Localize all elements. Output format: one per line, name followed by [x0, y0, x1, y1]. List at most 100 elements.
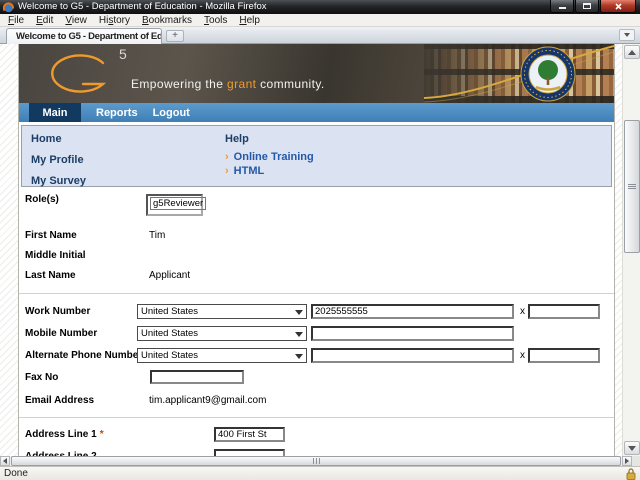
nav-tab-reports[interactable]: Reports — [96, 107, 138, 119]
address-line-1-label: Address Line 1* — [25, 429, 137, 440]
menu-bar: FileEditViewHistoryBookmarksToolsHelp — [0, 14, 640, 27]
mobile-number-row: Mobile Number United States — [19, 324, 614, 342]
work-country-value: United States — [141, 306, 198, 317]
nav-tab-logout[interactable]: Logout — [153, 107, 190, 119]
maximize-button[interactable] — [575, 0, 599, 13]
menu-file[interactable]: File — [2, 14, 30, 27]
address-line-2-row: Address Line 2 — [19, 448, 614, 456]
tab-bar: Welcome to G5 - Department of Edu... + — [0, 27, 640, 44]
alternate-number-input[interactable] — [311, 348, 514, 363]
lock-icon — [626, 468, 636, 480]
work-number-row: Work Number United States x — [19, 302, 614, 320]
scroll-down-button[interactable] — [624, 441, 640, 455]
work-country-select[interactable]: United States — [137, 304, 307, 319]
last-name-value: Applicant — [149, 270, 190, 281]
thumb-grip — [628, 188, 636, 189]
minimize-icon — [559, 7, 566, 9]
alternate-ext-input[interactable] — [528, 348, 600, 363]
address-line-1-input[interactable] — [214, 427, 285, 442]
window-controls — [549, 0, 636, 13]
subnav-link-home[interactable]: Home — [31, 133, 62, 145]
fax-input[interactable] — [150, 370, 244, 384]
roles-row: Role(s) g5Reviewer — [19, 194, 614, 216]
section-divider — [19, 417, 614, 418]
arrow-down-icon — [628, 446, 636, 451]
new-tab-button[interactable]: + — [166, 30, 184, 42]
scroll-left-button[interactable] — [0, 456, 10, 466]
section-divider — [19, 293, 614, 294]
roles-option[interactable]: g5Reviewer — [150, 197, 206, 210]
work-number-label: Work Number — [25, 306, 137, 317]
middle-initial-row: Middle Initial — [19, 248, 614, 263]
dropdown-arrow-icon — [295, 354, 303, 359]
horizontal-scroll-thumb[interactable] — [11, 456, 621, 466]
tagline-grant: grant — [227, 77, 256, 91]
horizontal-scroll-track[interactable] — [10, 456, 622, 466]
email-label: Email Address — [25, 395, 137, 406]
list-tabs-button[interactable] — [619, 29, 635, 41]
first-name-label: First Name — [25, 230, 137, 241]
dropdown-arrow-icon — [295, 332, 303, 337]
roles-label: Role(s) — [25, 194, 137, 205]
vertical-scroll-track[interactable] — [624, 59, 640, 440]
subnav-link-my-profile[interactable]: My Profile — [31, 154, 84, 166]
menu-bookmarks[interactable]: Bookmarks — [136, 14, 198, 27]
g5-logo-5: 5 — [119, 46, 127, 62]
status-text: Done — [4, 468, 28, 479]
status-bar: Done — [0, 466, 640, 480]
subnav-link-online-training[interactable]: ›Online Training — [225, 151, 314, 163]
fax-label: Fax No — [25, 372, 137, 383]
tab-title: Welcome to G5 - Department of Edu... — [16, 31, 162, 42]
mobile-country-select[interactable]: United States — [137, 326, 307, 341]
address-line-1-row: Address Line 1* — [19, 426, 614, 442]
work-number-input[interactable] — [311, 304, 514, 319]
profile-form: Role(s) g5Reviewer First Name Tim Middle… — [19, 187, 614, 456]
address-line-2-input[interactable] — [214, 449, 285, 457]
last-name-row: Last Name Applicant — [19, 268, 614, 283]
html-label: HTML — [234, 165, 265, 177]
menu-help[interactable]: Help — [233, 14, 266, 27]
main-nav-bar: Main Reports Logout — [19, 103, 614, 122]
minimize-button[interactable] — [550, 0, 574, 13]
scroll-right-button[interactable] — [622, 456, 632, 466]
alternate-country-select[interactable]: United States — [137, 348, 307, 363]
browser-tab[interactable]: Welcome to G5 - Department of Edu... — [6, 28, 162, 44]
chevron-right-icon: › — [225, 165, 229, 177]
g5-logo-g — [47, 53, 109, 95]
subnav-link-my-survey[interactable]: My Survey — [31, 175, 86, 187]
nav-tab-main[interactable]: Main — [29, 103, 81, 122]
thumb-grip — [316, 458, 317, 464]
close-button[interactable] — [600, 0, 636, 13]
vertical-scrollbar[interactable] — [622, 44, 640, 456]
maximize-icon — [583, 3, 591, 9]
mobile-number-input[interactable] — [311, 326, 514, 341]
horizontal-scrollbar[interactable] — [0, 456, 640, 466]
title-bar: Welcome to G5 - Department of Education … — [0, 0, 640, 14]
menu-history[interactable]: History — [93, 14, 136, 27]
email-value: tim.applicant9@gmail.com — [149, 395, 266, 406]
vertical-scroll-thumb[interactable] — [624, 120, 640, 253]
work-ext-input[interactable] — [528, 304, 600, 319]
scrollbar-corner — [632, 456, 640, 466]
thumb-grip — [628, 186, 636, 187]
close-icon — [614, 2, 623, 11]
alternate-country-value: United States — [141, 350, 198, 361]
subnav-help-title: Help — [225, 133, 249, 145]
gold-curve-decoration — [424, 44, 614, 103]
tagline-post: community. — [256, 77, 324, 91]
menu-view[interactable]: View — [59, 14, 93, 27]
thumb-grip — [319, 458, 320, 464]
online-training-label: Online Training — [234, 151, 314, 163]
mobile-country-value: United States — [141, 328, 198, 339]
chevron-down-icon — [624, 33, 630, 37]
arrow-left-icon — [3, 458, 7, 464]
scroll-up-button[interactable] — [624, 45, 640, 59]
firefox-icon — [3, 2, 14, 13]
menu-tools[interactable]: Tools — [198, 14, 233, 27]
menu-edit[interactable]: Edit — [30, 14, 59, 27]
roles-listbox[interactable]: g5Reviewer — [146, 194, 203, 216]
thumb-grip — [313, 458, 314, 464]
alternate-number-row: Alternate Phone Number United States x — [19, 346, 614, 364]
address-line-1-text: Address Line 1 — [25, 429, 97, 440]
subnav-link-html[interactable]: › HTML — [225, 165, 264, 177]
